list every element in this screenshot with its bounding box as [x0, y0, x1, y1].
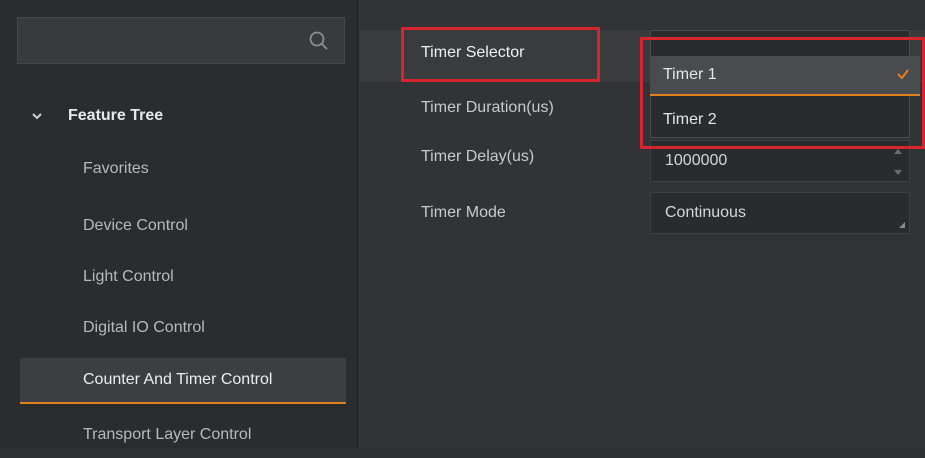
tree-item-light-control[interactable]: Light Control	[20, 254, 346, 300]
tree-item-label: Counter And Timer Control	[83, 371, 273, 388]
timer-delay-value: 1000000	[665, 152, 728, 169]
feature-tree-title: Feature Tree	[68, 107, 164, 124]
tree-item-label: Favorites	[83, 160, 149, 177]
spin-down-icon[interactable]	[894, 170, 902, 175]
tree-item-digital-io-control[interactable]: Digital IO Control	[20, 305, 346, 351]
tree-item-transport-layer-control[interactable]: Transport Layer Control	[20, 412, 346, 458]
tree-item-label: Transport Layer Control	[83, 426, 252, 443]
timer-selector-highlight	[401, 27, 600, 82]
search-icon[interactable]	[308, 30, 330, 52]
tree-item-label: Digital IO Control	[83, 319, 205, 336]
dropdown-corner-icon	[899, 222, 905, 228]
feature-sidebar: Feature Tree Favorites Device Control Li…	[0, 0, 358, 448]
chevron-down-icon[interactable]	[30, 109, 44, 123]
search-input[interactable]	[17, 17, 345, 64]
timer-mode-select[interactable]: Continuous	[650, 192, 910, 234]
tree-item-label: Light Control	[83, 268, 174, 285]
tree-item-device-control[interactable]: Device Control	[20, 203, 346, 249]
spin-buttons[interactable]	[893, 149, 903, 175]
timer-duration-label: Timer Duration(us)	[421, 99, 554, 116]
tree-item-counter-and-timer-control[interactable]: Counter And Timer Control	[20, 358, 346, 404]
timer-mode-value: Continuous	[665, 204, 746, 221]
dropdown-highlight	[640, 37, 925, 149]
timer-delay-label: Timer Delay(us)	[421, 148, 535, 165]
timer-mode-label: Timer Mode	[421, 204, 506, 221]
tree-item-label: Device Control	[83, 217, 188, 234]
tree-item-favorites[interactable]: Favorites	[20, 146, 346, 192]
feature-tree-header[interactable]: Feature Tree	[30, 104, 163, 128]
spin-up-icon[interactable]	[894, 149, 902, 154]
